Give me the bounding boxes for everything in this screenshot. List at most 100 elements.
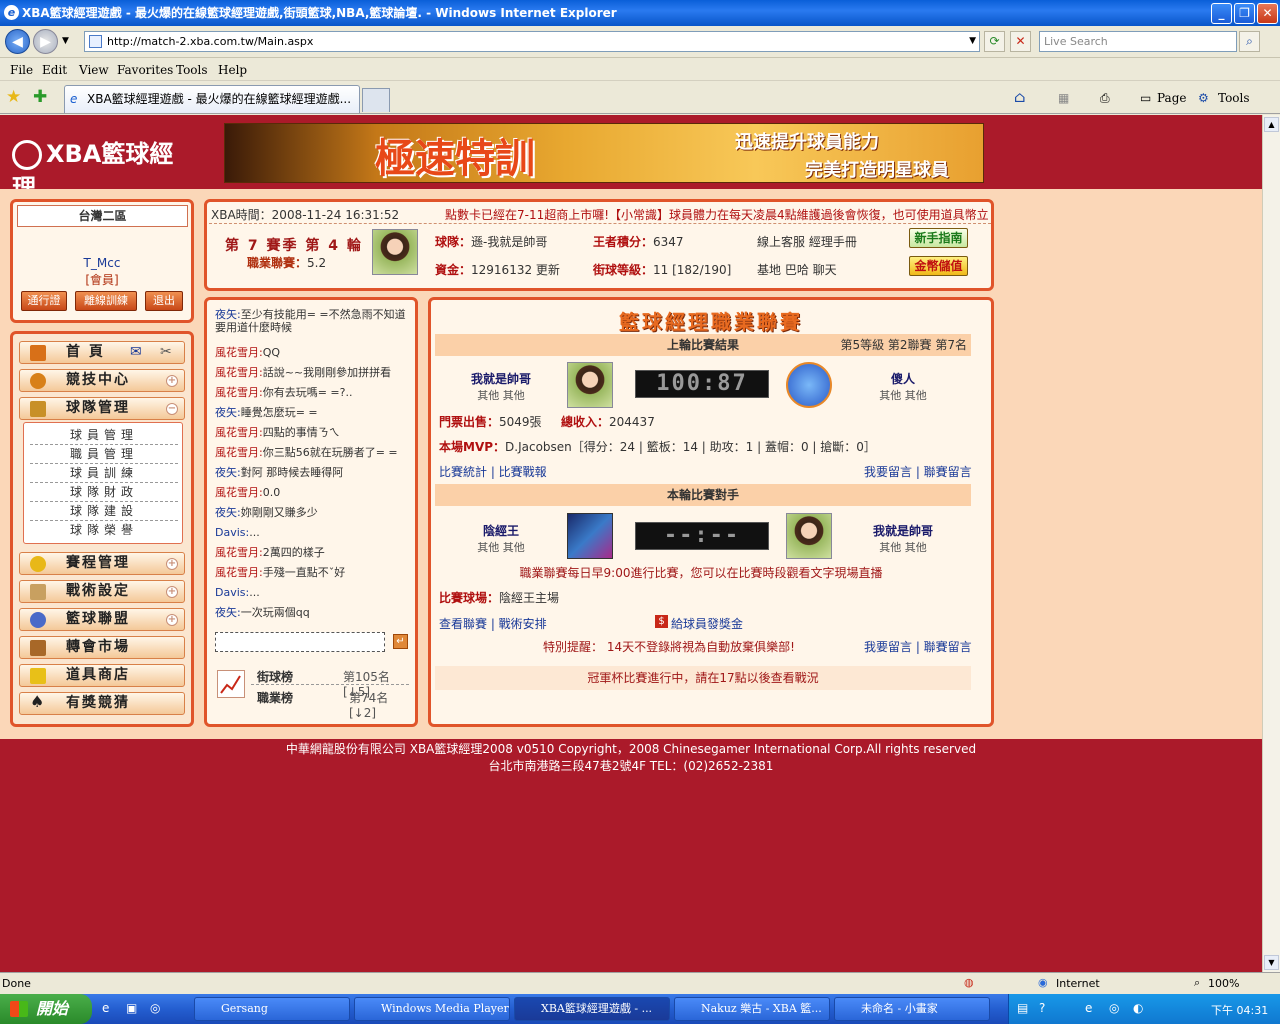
chat-input[interactable] <box>215 632 385 652</box>
newbie-guide-button[interactable]: 新手指南 <box>909 228 968 248</box>
nav-transfer-market[interactable]: 轉會市場 <box>19 636 185 659</box>
home-team-name[interactable]: 我就是帥哥 <box>461 370 541 387</box>
street-rank-label[interactable]: 街球榜 <box>257 668 293 685</box>
nav-schedule[interactable]: 賽程管理 + <box>19 552 185 575</box>
home-icon[interactable]: ⌂ <box>1014 88 1025 106</box>
nav-team-management[interactable]: 球隊管理 − <box>19 397 185 420</box>
submenu-training[interactable]: 球員訓練 <box>30 464 178 483</box>
page-menu[interactable]: Page <box>1157 91 1186 105</box>
promo-banner[interactable]: 極速特訓 迅速提升球員能力 完美打造明星球員 <box>224 123 984 183</box>
money-icon: $ <box>655 615 668 628</box>
task-xba[interactable]: XBA籃球經理遊戲 - ... <box>514 997 670 1021</box>
nav-alliance[interactable]: 籃球聯盟 + <box>19 608 185 631</box>
divider <box>209 223 991 224</box>
search-input[interactable]: Live Search <box>1039 31 1237 52</box>
tray-ie-icon[interactable]: e <box>1085 1001 1092 1015</box>
nav-arena[interactable]: 競技中心 + <box>19 369 185 392</box>
opponent-name[interactable]: 陰經王 <box>461 522 541 539</box>
service-links[interactable]: 線上客服 經理手冊 <box>757 233 857 250</box>
page-scrollbar[interactable]: ▲ ▼ <box>1262 115 1280 972</box>
street-level: 街球等級：11 [182/190] <box>593 263 732 277</box>
search-icon[interactable]: ⌕ <box>1239 31 1260 52</box>
maximize-button[interactable]: ❐ <box>1234 3 1255 24</box>
comment-links-2[interactable]: 我要留言 | 聯賽留言 <box>864 638 972 655</box>
submenu-finance[interactable]: 球隊財政 <box>30 483 178 502</box>
menu-help[interactable]: Help <box>218 63 247 77</box>
back-button[interactable]: ◀ <box>5 29 30 54</box>
next-score: --:-- <box>635 522 769 550</box>
league-links[interactable]: 查看聯賽 | 戰術安排 <box>439 615 547 632</box>
offline-training-button[interactable]: 離線訓練 <box>75 291 137 311</box>
logout-button[interactable]: 退出 <box>145 291 183 311</box>
my-team-name[interactable]: 我就是帥哥 <box>863 522 943 539</box>
history-dropdown-icon[interactable]: ▼ <box>62 36 69 46</box>
quicklaunch-media-icon[interactable]: ◎ <box>150 1001 160 1015</box>
new-tab-button[interactable] <box>362 88 390 112</box>
start-button[interactable]: 開始 <box>0 994 92 1024</box>
forward-button[interactable]: ▶ <box>33 29 58 54</box>
stop-button[interactable]: ✕ <box>1010 31 1031 52</box>
menu-tools[interactable]: Tools <box>176 63 208 77</box>
task-paint[interactable]: 未命名 - 小畫家 <box>834 997 990 1021</box>
task-media-player[interactable]: Windows Media Player <box>354 997 510 1021</box>
settings-tools-icon[interactable]: ✂ <box>160 342 172 363</box>
clock: 下午 04:31 <box>1211 1004 1269 1017</box>
tray-help-icon[interactable]: ? <box>1039 1001 1045 1015</box>
tools-menu[interactable]: Tools <box>1218 91 1250 105</box>
submenu-players[interactable]: 球員管理 <box>30 426 178 445</box>
quicklaunch-desktop-icon[interactable]: ▣ <box>126 1001 137 1015</box>
quicklaunch-ie-icon[interactable]: e <box>102 1001 109 1015</box>
menu-file[interactable]: File <box>10 63 33 77</box>
passport-button[interactable]: 通行證 <box>21 291 67 311</box>
xba-logo[interactable]: XBA籃球經理 <box>12 137 192 202</box>
refresh-button[interactable]: ⟳ <box>984 31 1005 52</box>
menu-view[interactable]: View <box>79 63 109 77</box>
scroll-down-icon[interactable]: ▼ <box>1264 955 1279 970</box>
submenu-facilities[interactable]: 球隊建設 <box>30 502 178 521</box>
add-favorite-icon[interactable]: ✚ <box>33 87 47 107</box>
tray-app-icon[interactable]: ◐ <box>1133 1001 1143 1015</box>
chat-send-button[interactable]: ↵ <box>393 634 408 649</box>
match-stats-links[interactable]: 比賽統計 | 比賽戰報 <box>439 463 547 480</box>
zoom-level[interactable]: 100% <box>1208 977 1239 990</box>
gold-deposit-button[interactable]: 金幣儲值 <box>909 256 968 276</box>
tray-keyboard-icon[interactable]: ▤ <box>1017 1001 1028 1015</box>
player-bonus-link[interactable]: 給球員發獎金 <box>671 615 743 632</box>
submenu-staff[interactable]: 職員管理 <box>30 445 178 464</box>
address-input[interactable]: http://match-2.xba.com.tw/Main.aspx ▼ <box>84 31 980 52</box>
tab-xba[interactable]: e XBA籃球經理遊戲 - 最火爆的在線籃球經理遊戲... <box>64 85 360 113</box>
ticket-sales: 門票出售：5049張 <box>439 415 542 429</box>
tray-media-icon[interactable]: ◎ <box>1109 1001 1119 1015</box>
feeds-icon[interactable]: ▦ <box>1058 91 1069 105</box>
address-dropdown-icon[interactable]: ▼ <box>969 32 976 51</box>
print-icon[interactable]: ⎙ <box>1100 91 1110 106</box>
taskbar: 開始 e ▣ ◎ Gersang Windows Media Player XB… <box>0 994 1280 1024</box>
nav-item-shop[interactable]: 道具商店 <box>19 664 185 687</box>
nav-home[interactable]: 首 頁 ✉ ✂ <box>19 341 185 364</box>
task-nakuz[interactable]: Nakuz 樂古 - XBA 籃... <box>674 997 830 1021</box>
refresh-funds-link[interactable]: 更新 <box>536 263 560 277</box>
minimize-button[interactable]: _ <box>1211 3 1232 24</box>
expand-icon[interactable]: + <box>166 375 178 387</box>
manager-avatar[interactable] <box>372 229 418 275</box>
comment-links[interactable]: 我要留言 | 聯賽留言 <box>864 463 972 480</box>
collapse-icon[interactable]: − <box>166 403 178 415</box>
nav-tactics[interactable]: 戰術設定 + <box>19 580 185 603</box>
menu-edit[interactable]: Edit <box>42 63 67 77</box>
task-gersang[interactable]: Gersang <box>194 997 350 1021</box>
pro-rank-label[interactable]: 職業榜 <box>257 689 293 706</box>
favorites-star-icon[interactable]: ★ <box>6 87 21 107</box>
chat-line: 風花雪月:2萬四的樣子 <box>215 546 325 559</box>
menu-favorites[interactable]: Favorites <box>117 63 173 77</box>
expand-icon[interactable]: + <box>166 586 178 598</box>
submenu-honors[interactable]: 球隊榮譽 <box>30 521 178 540</box>
scroll-up-icon[interactable]: ▲ <box>1264 117 1279 132</box>
expand-icon[interactable]: + <box>166 614 178 626</box>
community-links[interactable]: 基地 巴哈 聊天 <box>757 261 837 278</box>
mail-icon[interactable]: ✉ <box>130 342 142 363</box>
expand-icon[interactable]: + <box>166 558 178 570</box>
banner-title: 極速特訓 <box>375 135 535 182</box>
close-button[interactable]: ✕ <box>1257 3 1278 24</box>
away-team-name[interactable]: 傻人 <box>863 370 943 387</box>
nav-quiz[interactable]: ♠ 有獎競猜 <box>19 692 185 715</box>
